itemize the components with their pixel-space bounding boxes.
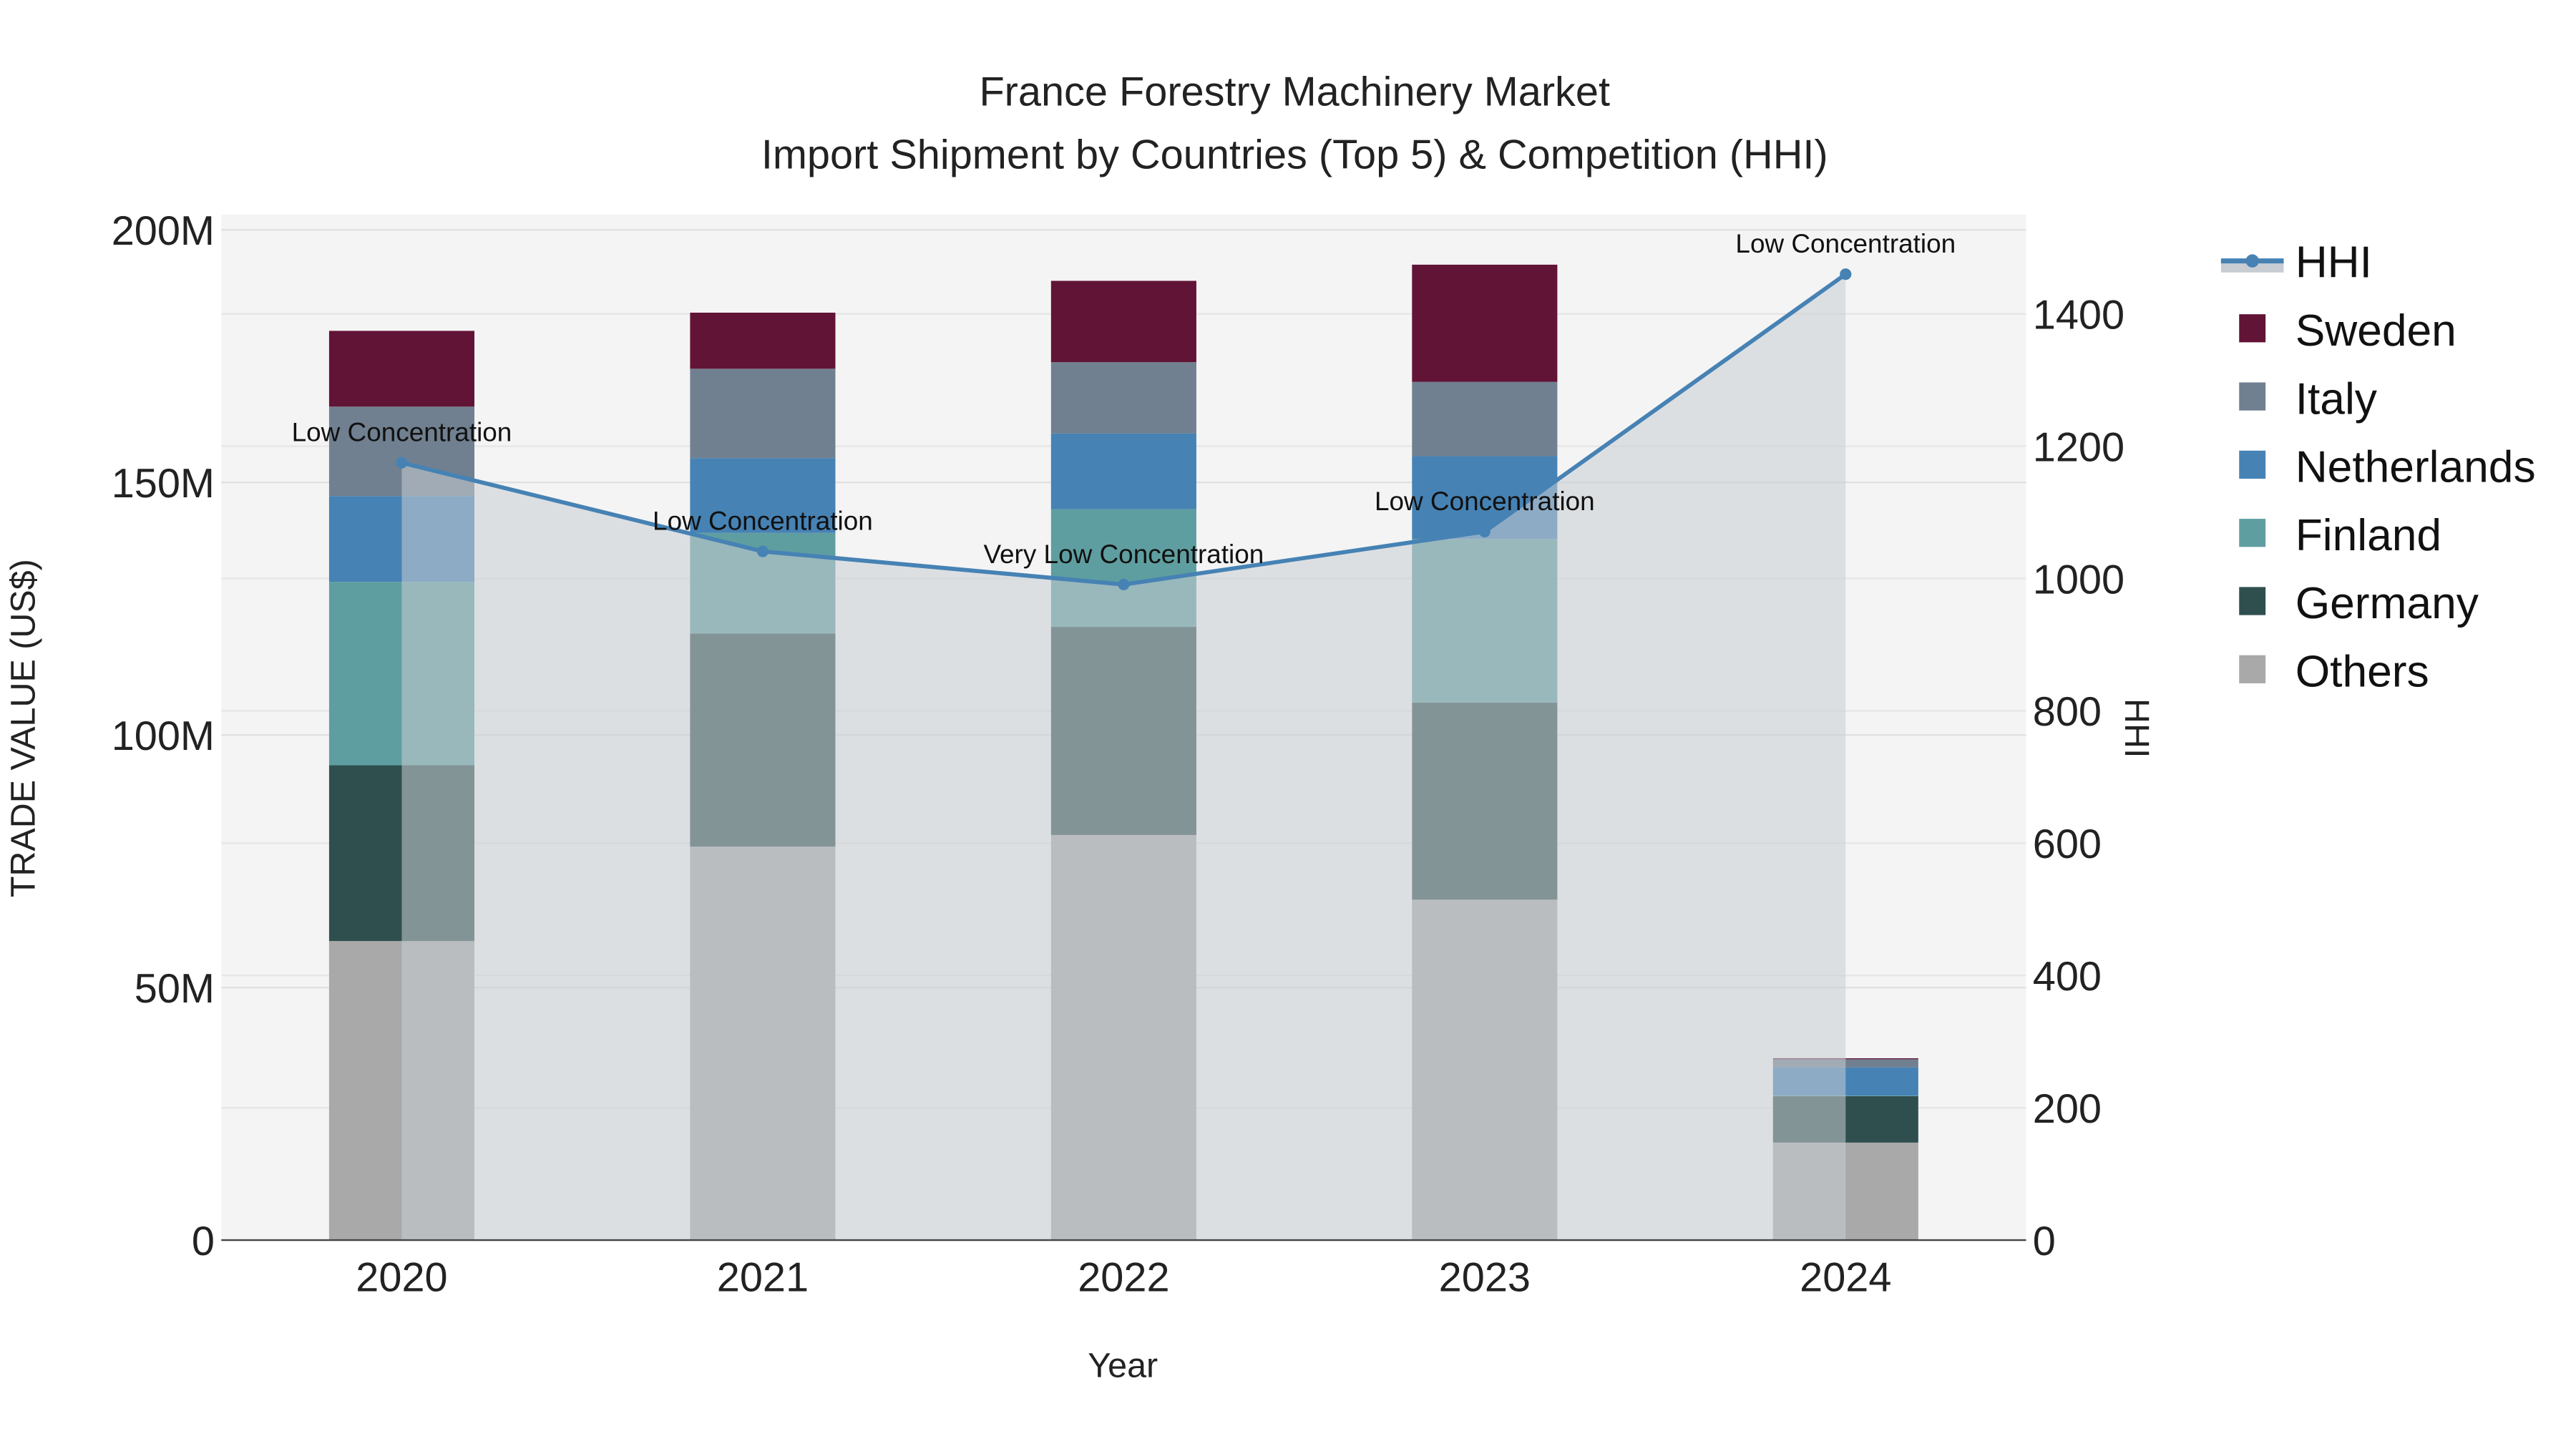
y2-tick-label: 600: [2033, 821, 2102, 867]
bar-sweden-2022: [1050, 280, 1196, 363]
y2-tick-label: 400: [2033, 954, 2102, 1000]
legend-label-finland: Finland: [2296, 511, 2441, 560]
hhi-point-2021: [756, 545, 769, 557]
bar-sweden-2023: [1412, 264, 1558, 382]
bar-italy-2021: [690, 369, 836, 459]
chart-subtitle: Import Shipment by Countries (Top 5) & C…: [761, 132, 1828, 177]
chart-title: France Forestry Machinery Market: [979, 69, 1610, 115]
y2-tick-label: 1200: [2033, 424, 2124, 470]
x-tick-label: 2023: [1439, 1255, 1531, 1301]
hhi-annotation-2024: Low Concentration: [1735, 229, 1956, 258]
legend-label-others: Others: [2296, 648, 2429, 697]
legend-swatch-hhi-marker: [2245, 254, 2259, 268]
bar-netherlands-2022: [1050, 433, 1196, 509]
bar-sweden-2020: [328, 331, 474, 407]
y-tick-label: 150M: [112, 461, 215, 507]
y2-tick-label: 800: [2033, 689, 2102, 735]
y-tick-label: 0: [192, 1219, 215, 1264]
bar-italy-2023: [1412, 381, 1558, 457]
y2-tick-label: 1400: [2033, 292, 2124, 338]
x-tick-label: 2022: [1078, 1255, 1169, 1301]
y-tick-label: 200M: [112, 208, 215, 254]
hhi-point-2024: [1840, 268, 1852, 280]
y-tick-label: 100M: [112, 713, 215, 759]
legend-swatch-italy: [2239, 382, 2266, 411]
legend-swatch-finland: [2239, 519, 2266, 547]
hhi-point-2023: [1478, 525, 1491, 537]
y2-axis-label: HHI: [2117, 698, 2156, 758]
legend-label-hhi: HHI: [2296, 238, 2372, 288]
x-tick-label: 2021: [717, 1255, 809, 1301]
legend-label-netherlands: Netherlands: [2296, 443, 2536, 492]
bar-italy-2022: [1050, 362, 1196, 434]
x-tick-label: 2024: [1800, 1255, 1891, 1301]
hhi-annotation-2021: Low Concentration: [653, 507, 873, 536]
y2-tick-label: 1000: [2033, 557, 2124, 602]
y-axis-label: TRADE VALUE (US$): [4, 559, 42, 897]
hhi-annotation-2022: Very Low Concentration: [983, 540, 1264, 569]
x-tick-label: 2020: [356, 1255, 447, 1301]
y-tick-label: 50M: [135, 966, 215, 1012]
y2-tick-label: 0: [2033, 1219, 2056, 1264]
legend-label-italy: Italy: [2296, 374, 2378, 424]
legend-swatch-germany: [2239, 587, 2266, 615]
hhi-annotation-2023: Low Concentration: [1375, 487, 1595, 516]
y2-tick-label: 200: [2033, 1086, 2102, 1132]
hhi-point-2022: [1118, 578, 1130, 590]
legend-swatch-netherlands: [2239, 450, 2266, 479]
legend-label-germany: Germany: [2296, 579, 2479, 628]
legend-label-sweden: Sweden: [2296, 306, 2457, 356]
legend-swatch-others: [2239, 655, 2266, 683]
hhi-annotation-2020: Low Concentration: [292, 418, 512, 447]
chart: France Forestry Machinery Market Import …: [0, 0, 2576, 1449]
hhi-point-2020: [396, 457, 408, 469]
x-axis-label: Year: [1088, 1347, 1158, 1385]
bar-sweden-2021: [690, 312, 836, 369]
legend-swatch-sweden: [2239, 314, 2266, 343]
